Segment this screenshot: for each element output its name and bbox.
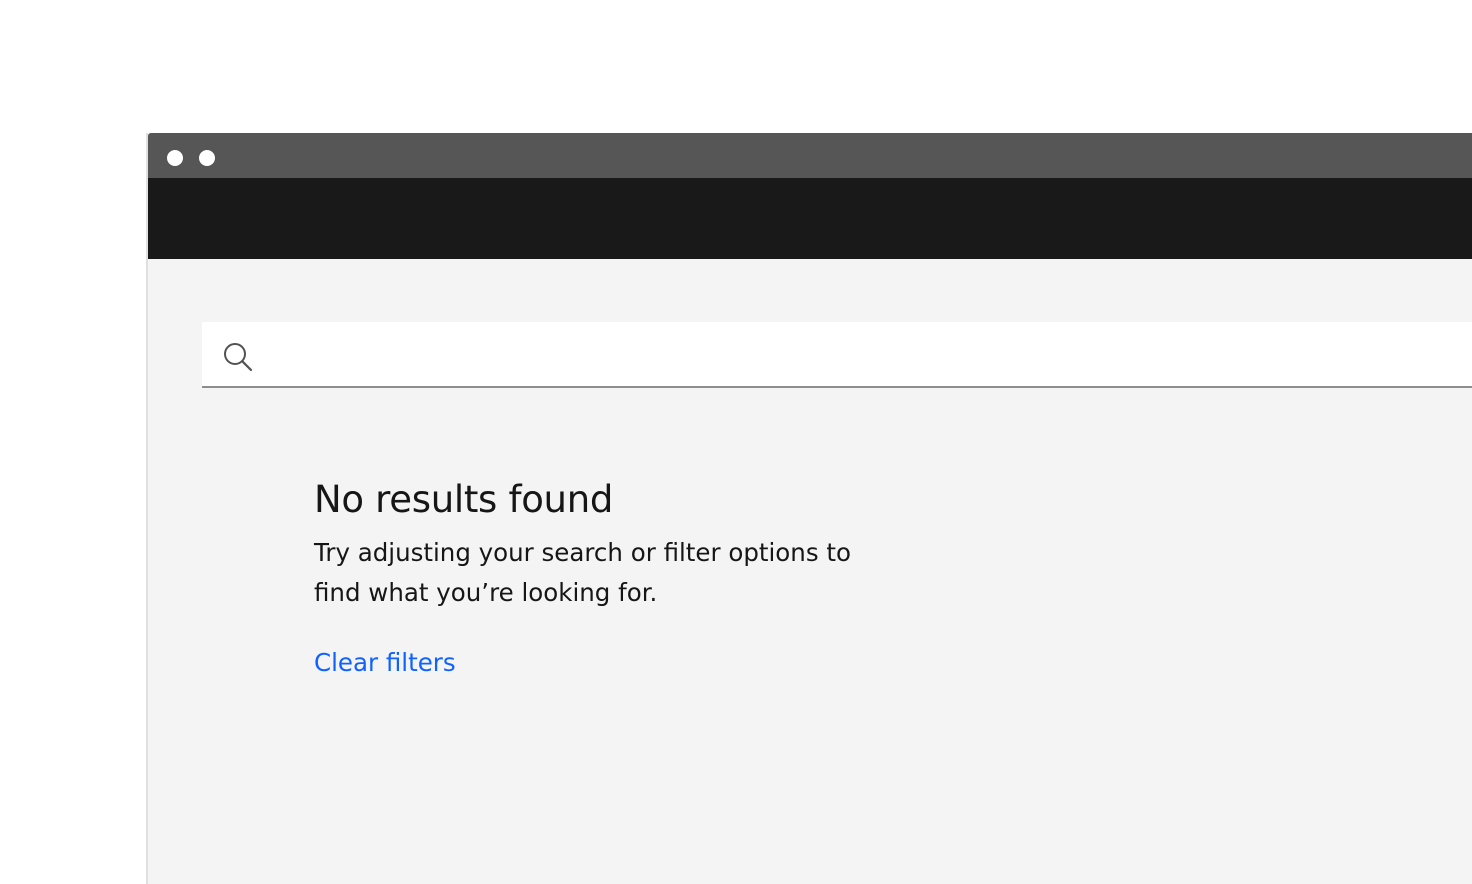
empty-state-description: Try adjusting your search or filter opti… <box>314 538 851 607</box>
clear-filters-link[interactable]: Clear filters <box>314 645 456 681</box>
empty-state-title: No results found <box>314 478 614 521</box>
title-bar <box>148 133 1472 178</box>
empty-state: No results found Try adjusting your sear… <box>314 477 914 681</box>
search-bar[interactable] <box>202 322 1472 388</box>
window-dot-icon[interactable] <box>199 150 215 166</box>
browser-window: No results found Try adjusting your sear… <box>146 133 1472 884</box>
window-dot-icon[interactable] <box>167 150 183 166</box>
app-header <box>148 178 1472 259</box>
search-input[interactable] <box>268 322 1452 388</box>
search-icon <box>222 341 254 373</box>
